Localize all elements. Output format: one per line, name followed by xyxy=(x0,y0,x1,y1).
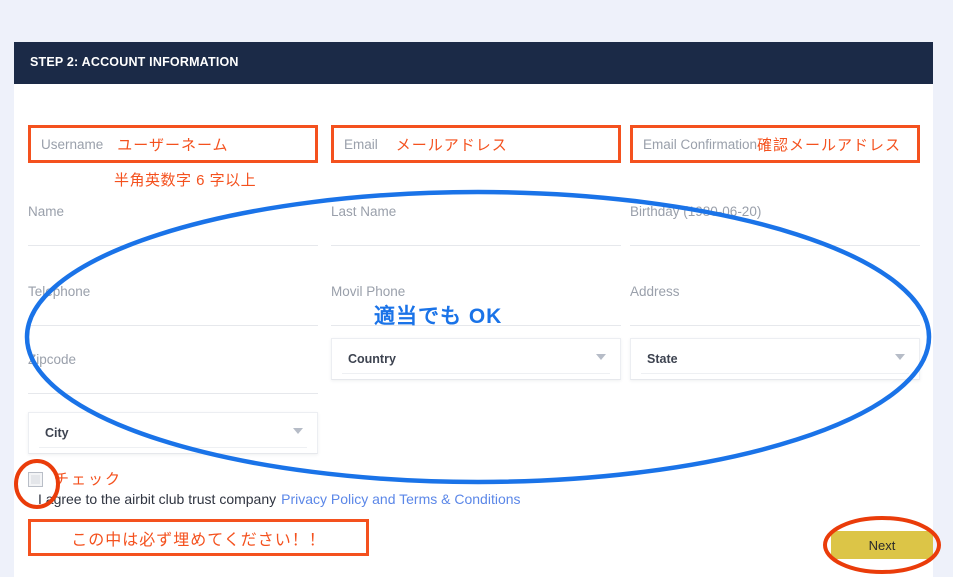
next-button[interactable]: Next xyxy=(831,531,933,559)
zipcode-label: Zipcode xyxy=(28,352,77,367)
blue-annotation-note: 適当でも OK xyxy=(374,305,503,328)
last-name-underline xyxy=(331,245,621,246)
username-label: Username xyxy=(41,136,104,152)
address-field[interactable]: Address xyxy=(630,284,920,326)
movil-phone-label: Movil Phone xyxy=(331,284,406,299)
step-header: STEP 2: ACCOUNT INFORMATION xyxy=(14,42,933,84)
consent-text: I agree to the airbit club trust company… xyxy=(38,491,521,507)
birthday-field[interactable]: Birthday (1980-06-20) xyxy=(630,204,920,246)
chevron-down-icon xyxy=(895,354,905,360)
country-dropdown[interactable]: Country xyxy=(331,338,621,380)
chevron-down-icon xyxy=(596,354,606,360)
state-dropdown-underline xyxy=(641,373,909,374)
agree-checkbox[interactable] xyxy=(28,472,43,487)
form-body: Username ユーザーネーム 半角英数字 6 字以上 Email メールアド… xyxy=(14,84,933,577)
username-rule-note: 半角英数字 6 字以上 xyxy=(114,172,257,189)
email-annotation: メールアドレス xyxy=(395,136,508,154)
email-confirmation-annotation: 確認メールアドレス xyxy=(757,136,902,154)
checkbox-annotation: チェック xyxy=(54,471,123,488)
birthday-underline xyxy=(630,245,920,246)
required-warning-text: この中は必ず埋めてください！！ xyxy=(71,531,326,549)
address-underline xyxy=(630,325,920,326)
username-field[interactable]: Username ユーザーネーム xyxy=(28,125,318,163)
required-warning-box: この中は必ず埋めてください！！ xyxy=(28,519,369,556)
email-confirmation-field[interactable]: Email Confirmation 確認メールアドレス xyxy=(630,125,920,163)
zipcode-underline xyxy=(28,393,318,394)
page-title: STEP 2: ACCOUNT INFORMATION xyxy=(30,55,239,69)
city-dropdown-label: City xyxy=(45,426,69,440)
last-name-field[interactable]: Last Name xyxy=(331,204,621,246)
state-dropdown-label: State xyxy=(647,352,678,366)
email-field[interactable]: Email メールアドレス xyxy=(331,125,621,163)
country-dropdown-label: Country xyxy=(348,352,396,366)
privacy-policy-link[interactable]: Privacy Policy and Terms & Conditions xyxy=(281,491,520,507)
telephone-label: Telephone xyxy=(28,284,91,299)
zipcode-field[interactable]: Zipcode xyxy=(28,352,318,394)
signup-step2-page: STEP 2: ACCOUNT INFORMATION Username ユーザ… xyxy=(0,0,953,577)
name-underline xyxy=(28,245,318,246)
telephone-field[interactable]: Telephone xyxy=(28,284,318,326)
username-annotation: ユーザーネーム xyxy=(117,136,229,154)
state-dropdown[interactable]: State xyxy=(630,338,920,380)
address-label: Address xyxy=(630,284,680,299)
city-dropdown-underline xyxy=(39,447,307,448)
last-name-label: Last Name xyxy=(331,204,397,219)
telephone-underline xyxy=(28,325,318,326)
city-dropdown[interactable]: City xyxy=(28,412,318,454)
chevron-down-icon xyxy=(293,428,303,434)
birthday-label: Birthday (1980-06-20) xyxy=(630,204,762,219)
country-dropdown-underline xyxy=(342,373,610,374)
email-label: Email xyxy=(344,136,378,152)
name-field[interactable]: Name xyxy=(28,204,318,246)
name-label: Name xyxy=(28,204,65,219)
consent-text-label: I agree to the airbit club trust company xyxy=(38,491,277,507)
email-confirmation-label: Email Confirmation xyxy=(643,136,758,152)
